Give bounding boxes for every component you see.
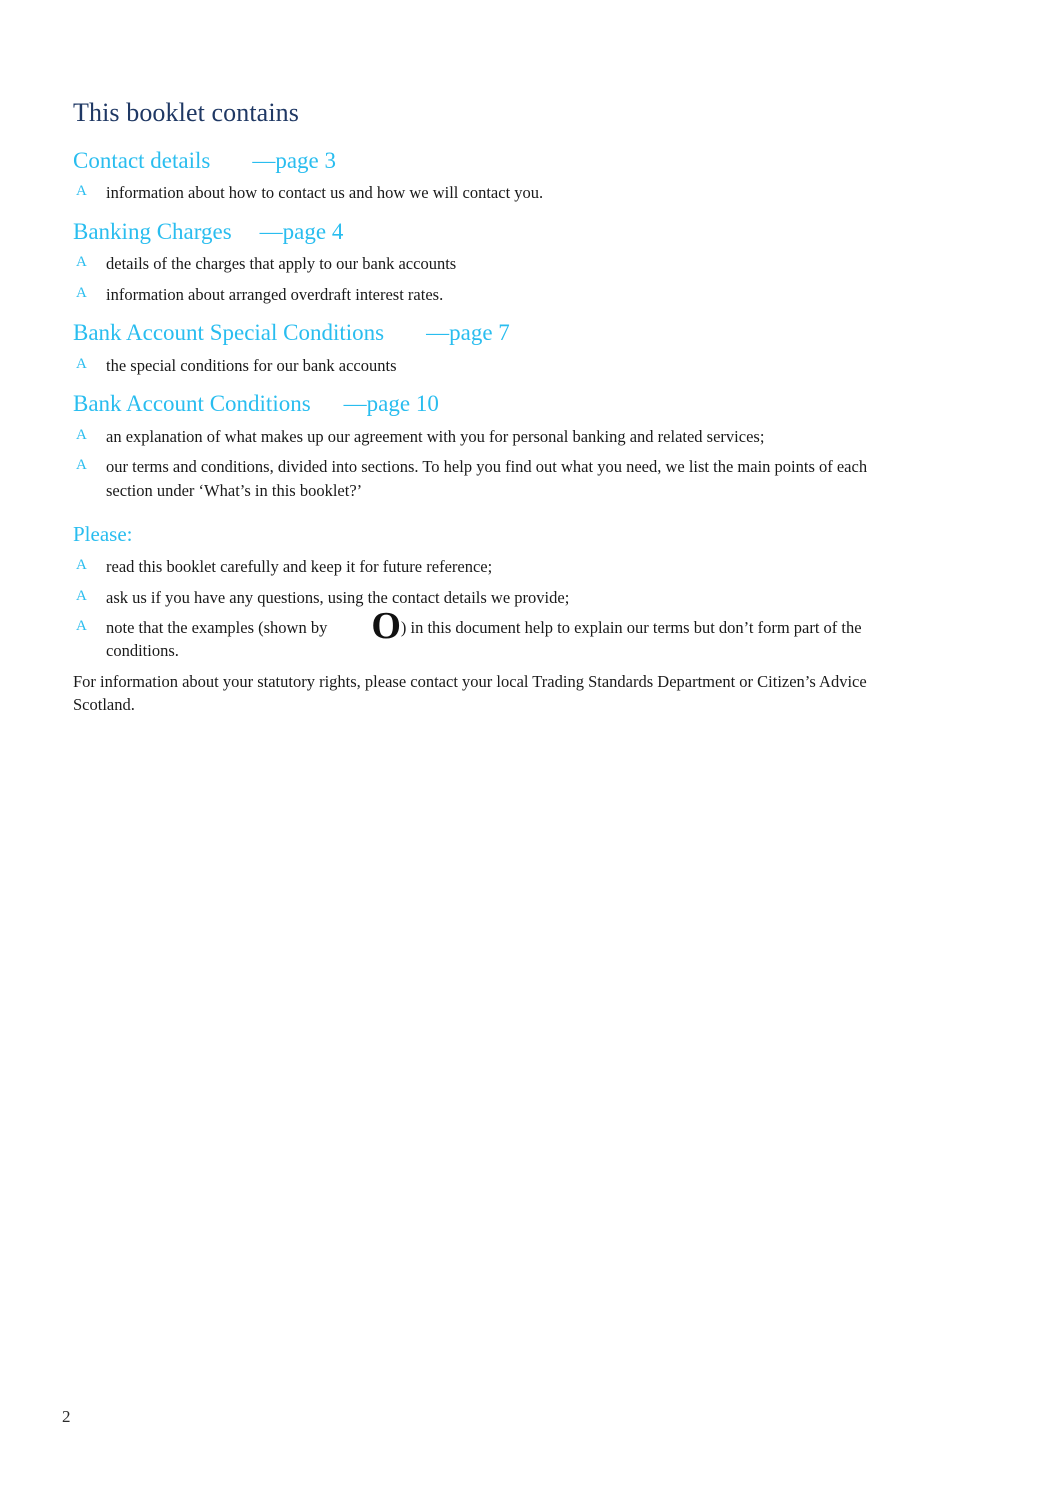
list-item: A our terms and conditions, divided into… [73,455,911,502]
list-item-text: ask us if you have any questions, using … [106,587,570,607]
list-item: A details of the charges that apply to o… [73,252,911,275]
section-page-reference: —page 10 [343,391,439,417]
list-item-text: details of the charges that apply to our… [106,254,457,274]
list-item: A the special conditions for our bank ac… [73,354,911,377]
section-heading-bank-account-conditions: Bank Account Conditions —page 10 [73,390,911,418]
list-item-text: information about how to contact us and … [106,183,544,203]
section-heading-text: Bank Account Conditions [73,391,311,417]
section-page-reference: —page 4 [259,218,344,244]
document-page: This booklet contains Contact details —pa… [0,0,1062,1510]
section-bank-account-conditions: Bank Account Conditions —page 10 A an exp… [73,390,911,502]
section-heading-banking-charges: Banking Charges —page 4 [73,218,911,246]
bullet-list: A information about how to contact us an… [73,181,911,204]
section-contact-details: Contact details —page 3 A information abo… [73,147,911,205]
list-item-example-note: A note that the examples (shown by O) in … [76,605,862,661]
bullet-list: A details of the charges that apply to o… [73,252,911,306]
section-heading-special-conditions: Bank Account Special Conditions —page 7 [73,319,911,347]
arrow-bullet-icon: A [76,557,87,574]
page-title: This booklet contains [73,98,299,127]
list-item-text: our terms and conditions, divided into s… [106,457,868,500]
section-heading-text: Bank Account Special Conditions [73,320,385,346]
bullet-list: A the special conditions for our bank ac… [73,354,911,377]
page-number: 2 [62,1407,71,1426]
page-content: This booklet contains Contact details —pa… [73,98,911,717]
list-item: A information about arranged overdraft i… [73,283,911,306]
section-heading-text: Contact details [73,147,211,173]
list-item-text: read this booklet carefully and keep it … [106,557,493,577]
section-bank-account-special-conditions: Bank Account Special Conditions —page 7 A… [73,319,911,377]
list-item-text: the special conditions for our bank acco… [106,355,397,375]
arrow-bullet-icon: A [76,355,87,372]
list-item-text-before: note that the examples (shown by [106,618,328,638]
bullet-list: A an explanation of what makes up our ag… [73,425,911,502]
list-item: A an explanation of what makes up our ag… [73,425,911,448]
arrow-bullet-icon: A [76,618,87,635]
arrow-bullet-icon: A [76,426,87,443]
section-please: Please: A read this booklet carefully an… [73,522,911,663]
arrow-bullet-icon: A [76,284,87,301]
bullet-list: A read this booklet carefully and keep i… [73,555,911,663]
section-heading-please: Please: [73,522,133,546]
list-item: A information about how to contact us an… [73,181,911,204]
list-item: A ask us if you have any questions, usin… [73,586,911,609]
arrow-bullet-icon: A [76,457,87,474]
arrow-bullet-icon: A [76,254,87,271]
section-heading-contact-details: Contact details —page 3 [73,147,911,175]
section-page-reference: —page 3 [252,147,336,173]
section-heading-text: Banking Charges [73,218,232,244]
arrow-bullet-icon: A [76,587,87,604]
section-page-reference: —page 7 [426,320,510,346]
list-item: A read this booklet carefully and keep i… [73,555,911,578]
list-item-text: information about arranged overdraft int… [106,284,444,304]
closing-paragraph: For information about your statutory rig… [73,671,867,715]
arrow-bullet-icon: A [76,183,87,200]
list-item-text: an explanation of what makes up our agre… [106,426,765,446]
section-banking-charges: Banking Charges —page 4 A details of the … [73,218,911,306]
